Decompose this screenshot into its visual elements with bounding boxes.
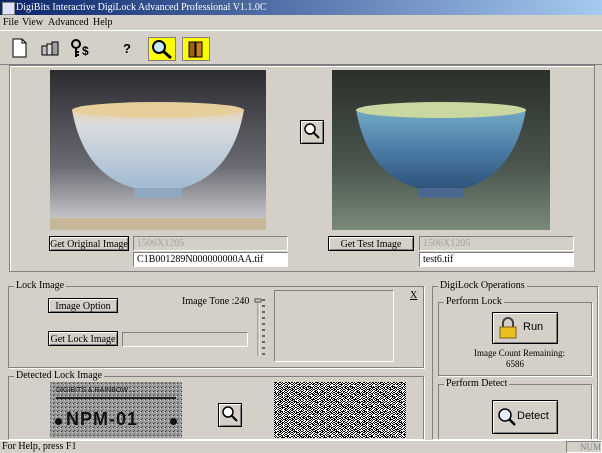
menu-advanced[interactable]: Advanced (48, 15, 89, 30)
svg-text:?: ? (123, 41, 131, 56)
cards-icon[interactable] (40, 37, 62, 59)
detected-logo-image: DIGIBITS & RAINBOW ... NPM-01 (50, 382, 182, 438)
run-button-label: Run (523, 321, 544, 333)
detect-button[interactable]: Detect (492, 400, 558, 434)
lock-icon (499, 317, 517, 339)
zoom-icon (222, 406, 238, 422)
bullet-dot-right (170, 418, 177, 425)
svg-text:$: $ (82, 44, 89, 58)
get-test-image-button[interactable]: Get Test Image (328, 236, 414, 251)
remaining-value: 6586 (506, 359, 524, 369)
bullet-dot-left (55, 418, 62, 425)
book-icon[interactable] (182, 37, 210, 61)
detected-noise-image (274, 382, 406, 438)
test-image (332, 70, 550, 230)
detected-logo-line1: DIGIBITS & RAINBOW ... (56, 387, 136, 394)
new-document-icon[interactable] (8, 37, 30, 59)
help-question-icon[interactable]: ? (120, 37, 134, 59)
detected-lock-group-label: Detected Lock Image (14, 370, 105, 381)
magnifier-icon (498, 408, 516, 426)
image-tone-slider[interactable] (254, 296, 266, 358)
menu-view[interactable]: View (22, 15, 43, 30)
run-button[interactable]: Run (492, 312, 558, 344)
detect-button-label: Detect (517, 410, 549, 422)
lock-image-preview (274, 290, 394, 362)
detected-logo-rule (56, 397, 176, 399)
menu-help[interactable]: Help (93, 15, 112, 30)
menu-file[interactable]: File (3, 15, 19, 30)
perform-lock-label: Perform Lock (444, 296, 504, 307)
title-bar: DigiBits Interactive DigiLock Advanced P… (0, 0, 602, 15)
menu-bar: File View Advanced Help (0, 15, 602, 30)
perform-detect-label: Perform Detect (444, 378, 510, 389)
status-num-indicator: NUM (566, 441, 602, 453)
original-filename-field: C1B001289N000000000AA.tif (133, 252, 288, 267)
key-dollar-icon[interactable]: $ (68, 37, 96, 59)
lock-preview-close[interactable]: X (410, 290, 417, 301)
lock-image-group-label: Lock Image (14, 280, 67, 291)
image-tone-label: Image Tone :240 (182, 296, 250, 307)
original-dims-field: 1506X1205 (133, 236, 288, 251)
get-original-image-button[interactable]: Get Original Image (49, 236, 129, 251)
detected-logo-main: NPM-01 (66, 409, 139, 429)
image-option-button[interactable]: Image Option (48, 298, 118, 313)
operations-group-label: DigiLock Operations (438, 280, 527, 291)
magnifier-icon[interactable] (148, 37, 176, 61)
original-image (50, 70, 266, 230)
get-lock-image-button[interactable]: Get Lock Image (48, 331, 118, 346)
window-title: DigiBits Interactive DigiLock Advanced P… (16, 2, 267, 13)
test-filename-field: test6.tif (419, 252, 574, 267)
zoom-icon (304, 123, 320, 139)
detected-zoom-button[interactable] (218, 403, 242, 427)
compare-zoom-button[interactable] (300, 120, 324, 144)
lock-progress-bar (122, 332, 248, 347)
test-dims-field: 1506X1205 (419, 236, 574, 251)
app-icon (2, 2, 15, 15)
status-bar: For Help, press F1 NUM (0, 440, 602, 453)
remaining-label: Image Count Remaining: (474, 348, 565, 358)
status-help-text: For Help, press F1 (2, 441, 77, 452)
toolbar: $ ? (0, 30, 602, 65)
